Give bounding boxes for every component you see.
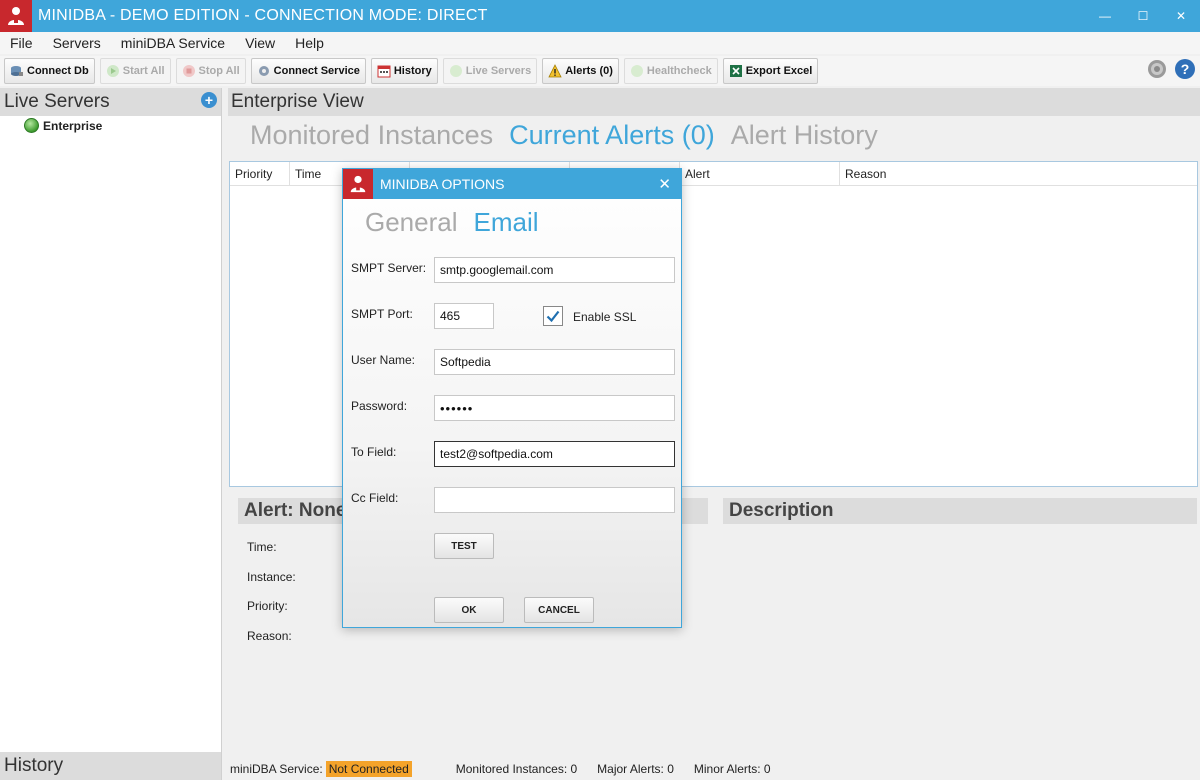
database-plug-icon [11, 66, 23, 76]
stop-all-label: Stop All [198, 65, 240, 77]
stop-all-button[interactable]: Stop All [175, 58, 246, 84]
minor-alerts-count: Minor Alerts: 0 [693, 762, 771, 776]
history-label: History [393, 65, 432, 77]
description-header: Description [723, 498, 1197, 524]
status-bar: miniDBA Service: Not Connected Monitored… [228, 758, 1200, 780]
live-servers-label: Live Servers [465, 65, 532, 77]
play-icon [106, 65, 119, 77]
calendar-icon [377, 65, 391, 78]
export-excel-button[interactable]: Export Excel [722, 58, 819, 84]
monitored-instances-count: Monitored Instances: 0 [455, 762, 578, 776]
live-servers-button[interactable]: Live Servers [442, 58, 538, 84]
maximize-button[interactable]: ☐ [1124, 0, 1162, 32]
live-servers-header: Live Servers + [0, 88, 221, 116]
history-button[interactable]: History [370, 58, 438, 84]
history-header[interactable]: History [0, 752, 221, 780]
tab-alert-history[interactable]: Alert History [731, 120, 878, 151]
warning-icon [548, 64, 562, 78]
start-all-button[interactable]: Start All [99, 58, 171, 84]
smtp-port-label: SMPT Port: [351, 307, 413, 321]
menu-servers[interactable]: Servers [43, 35, 111, 51]
tab-monitored-instances[interactable]: Monitored Instances [250, 120, 493, 151]
test-button[interactable]: TEST [434, 533, 494, 559]
stop-icon [182, 65, 195, 77]
dialog-close-icon[interactable]: ✕ [658, 175, 671, 193]
menu-bar: File Servers miniDBA Service View Help [0, 32, 1200, 54]
live-servers-icon [449, 65, 462, 77]
help-icon[interactable]: ? [1174, 58, 1196, 80]
globe-icon [24, 118, 39, 133]
start-all-label: Start All [122, 65, 165, 77]
alerts-label: Alerts (0) [565, 65, 613, 77]
smtp-server-field[interactable] [434, 257, 675, 283]
dialog-title-bar: MINIDBA OPTIONS ✕ [343, 169, 681, 199]
enterprise-view-title: Enterprise View [228, 88, 1200, 116]
live-servers-title: Live Servers [4, 91, 110, 112]
password-field[interactable] [434, 395, 675, 421]
dialog-logo-icon [343, 169, 373, 199]
menu-help[interactable]: Help [285, 35, 334, 51]
column-alert[interactable]: Alert [680, 162, 840, 186]
detail-priority-label: Priority: [247, 599, 288, 613]
connect-service-button[interactable]: Connect Service [250, 58, 366, 84]
window-title: MINIDBA - DEMO EDITION - CONNECTION MODE… [38, 7, 488, 24]
service-status-label: miniDBA Service: [230, 762, 323, 776]
healthcheck-button[interactable]: Healthcheck [623, 58, 718, 84]
detail-time-label: Time: [247, 540, 277, 554]
live-servers-panel: Live Servers + Enterprise History [0, 88, 222, 780]
smtp-server-label: SMPT Server: [351, 261, 427, 275]
healthcheck-icon [630, 65, 643, 77]
healthcheck-label: Healthcheck [646, 65, 712, 77]
toolbar: Connect Db Start All Stop All Connect Se… [0, 56, 1200, 86]
user-name-label: User Name: [351, 353, 416, 367]
detail-reason-label: Reason: [247, 629, 292, 643]
user-name-field[interactable] [434, 349, 675, 375]
enable-ssl-label: Enable SSL [573, 310, 637, 324]
to-field-label: To Field: [351, 445, 397, 459]
gear-plug-icon [258, 66, 269, 76]
connect-service-label: Connect Service [273, 65, 360, 77]
alerts-button[interactable]: Alerts (0) [542, 58, 619, 84]
detail-instance-label: Instance: [247, 570, 296, 584]
cancel-button[interactable]: CANCEL [524, 597, 594, 623]
minimize-button[interactable]: — [1086, 0, 1124, 32]
cc-field-input[interactable] [434, 487, 675, 513]
ok-button[interactable]: OK [434, 597, 504, 623]
excel-icon [729, 65, 742, 77]
menu-view[interactable]: View [235, 35, 285, 51]
service-status-badge: Not Connected [325, 761, 412, 777]
to-field-input[interactable] [434, 441, 675, 467]
export-excel-label: Export Excel [745, 65, 813, 77]
connect-db-label: Connect Db [27, 65, 89, 77]
column-priority[interactable]: Priority [230, 162, 290, 186]
dialog-title: MINIDBA OPTIONS [380, 176, 505, 192]
password-label: Password: [351, 399, 408, 413]
major-alerts-count: Major Alerts: 0 [597, 762, 674, 776]
settings-gear-icon[interactable] [1146, 58, 1168, 80]
connect-db-button[interactable]: Connect Db [4, 58, 95, 84]
menu-file[interactable]: File [0, 35, 43, 51]
tab-email[interactable]: Email [474, 207, 539, 238]
tab-current-alerts[interactable]: Current Alerts (0) [509, 120, 715, 151]
dialog-tabs: General Email [365, 207, 555, 238]
checkmark-icon [546, 310, 560, 323]
app-logo-icon [0, 0, 32, 32]
tree-item-label: Enterprise [43, 118, 103, 133]
menu-minidba-service[interactable]: miniDBA Service [111, 35, 235, 51]
add-server-icon[interactable]: + [201, 92, 217, 108]
tree-item-enterprise[interactable]: Enterprise [24, 118, 102, 133]
close-button[interactable]: ✕ [1162, 0, 1200, 32]
enable-ssl-checkbox[interactable] [543, 306, 563, 326]
smtp-port-field[interactable] [434, 303, 494, 329]
options-dialog: MINIDBA OPTIONS ✕ General Email SMPT Ser… [342, 168, 682, 628]
tab-general[interactable]: General [365, 207, 458, 238]
cc-field-label: Cc Field: [351, 491, 399, 505]
title-bar: MINIDBA - DEMO EDITION - CONNECTION MODE… [0, 0, 1200, 32]
view-tabs: Monitored Instances Current Alerts (0) A… [250, 120, 894, 151]
column-reason[interactable]: Reason [840, 162, 1197, 186]
svg-text:?: ? [1181, 61, 1190, 77]
